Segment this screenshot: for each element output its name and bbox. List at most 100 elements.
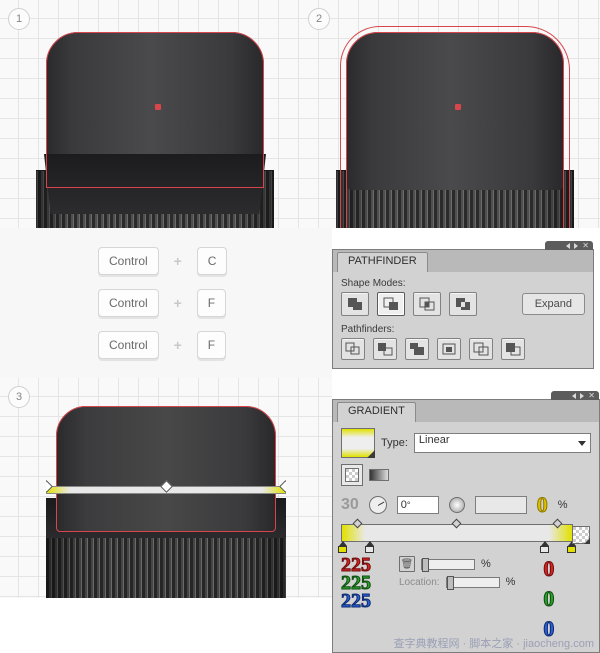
angle-dial-icon[interactable]	[369, 496, 387, 514]
shapemode-minus-front-button[interactable]	[377, 292, 405, 316]
collapse-right-icon[interactable]	[574, 243, 578, 249]
pathfinder-outline-button[interactable]	[469, 338, 493, 360]
reverse-gradient-button[interactable]	[369, 469, 389, 481]
selection-outline-inner	[346, 32, 564, 228]
key-letter: F	[197, 289, 226, 317]
delete-stop-button[interactable]: 🗑	[399, 556, 415, 572]
rgb-0-column: 0 0 0	[543, 556, 554, 642]
shortcut-row: Control + F	[98, 331, 332, 359]
percent-label: %	[558, 499, 568, 511]
anchor-center-icon	[155, 104, 161, 110]
unite-icon	[346, 296, 364, 312]
gradient-panel: ✕ GRADIENT Type: Linear 30	[332, 399, 600, 653]
stop-color-swatch[interactable]	[572, 526, 590, 544]
collapse-left-icon[interactable]	[566, 243, 570, 249]
rgb-225-column: 225 225 225	[341, 556, 371, 610]
key-control: Control	[98, 289, 159, 317]
intersect-icon	[418, 296, 436, 312]
crop-icon	[440, 341, 458, 357]
panel-tabbar: PATHFINDER	[333, 250, 593, 272]
lens-illustration-2	[336, 4, 574, 228]
location-slider[interactable]	[446, 577, 500, 588]
shortcut-row: Control + F	[98, 289, 332, 317]
pathfinders-label: Pathfinders:	[341, 324, 585, 335]
plus-icon: +	[169, 294, 187, 312]
collapse-right-icon[interactable]	[580, 393, 584, 399]
plus-icon: +	[169, 252, 187, 270]
b-value: 225	[341, 592, 371, 610]
panel-flyout-bar[interactable]: ✕	[545, 241, 593, 250]
minus-front-icon	[382, 296, 400, 312]
key-letter: C	[197, 247, 228, 275]
key-letter: F	[197, 331, 226, 359]
step-number: 2	[316, 13, 322, 25]
panel-tabbar: GRADIENT	[333, 400, 599, 422]
aspect-ratio-input[interactable]	[475, 496, 527, 514]
step-1-canvas: 1	[0, 0, 300, 228]
tab-gradient[interactable]: GRADIENT	[337, 402, 416, 422]
pathfinder-minus-back-button[interactable]	[501, 338, 525, 360]
opacity-location-column: 🗑 % Location: %	[399, 556, 515, 588]
pathfinder-merge-button[interactable]	[405, 338, 429, 360]
location-label: Location:	[399, 577, 440, 588]
gradient-stop[interactable]	[540, 541, 549, 552]
gradient-ramp[interactable]	[341, 524, 573, 542]
midpoint-diamond-icon[interactable]	[552, 519, 562, 529]
expand-button[interactable]: Expand	[522, 293, 585, 315]
selection-outline	[46, 32, 264, 188]
exclude-icon	[454, 296, 472, 312]
step-badge-2: 2	[308, 8, 330, 30]
pathfinder-divide-button[interactable]	[341, 338, 365, 360]
shapemode-intersect-button[interactable]	[413, 292, 441, 316]
tab-pathfinder[interactable]: PATHFINDER	[337, 252, 428, 272]
shortcut-row: Control + C	[98, 247, 332, 275]
shapemode-exclude-button[interactable]	[449, 292, 477, 316]
type-label: Type:	[381, 437, 408, 449]
minus-back-icon	[504, 341, 522, 357]
lens-illustration-3	[46, 392, 286, 598]
stroke-gradient-swatch[interactable]	[341, 464, 363, 486]
pathfinder-trim-button[interactable]	[373, 338, 397, 360]
outline-icon	[472, 341, 490, 357]
key-control: Control	[98, 331, 159, 359]
pathfinder-crop-button[interactable]	[437, 338, 461, 360]
opacity-slider[interactable]	[421, 559, 475, 570]
angle-display: 30	[341, 496, 359, 514]
shapemode-unite-button[interactable]	[341, 292, 369, 316]
gradient-type-value: Linear	[419, 434, 450, 446]
close-icon[interactable]: ✕	[582, 242, 589, 250]
aspect-ratio-icon[interactable]	[449, 497, 465, 513]
midpoint-diamond-icon[interactable]	[452, 519, 462, 529]
divide-icon	[344, 341, 362, 357]
step-number: 3	[16, 391, 22, 403]
step-2-canvas: 2	[300, 0, 600, 228]
gradient-fill-swatch[interactable]	[341, 428, 375, 458]
gradient-type-dropdown[interactable]: Linear	[414, 433, 591, 453]
step-badge-1: 1	[8, 8, 30, 30]
swatch-menu-icon[interactable]	[367, 450, 375, 458]
merge-icon	[408, 341, 426, 357]
close-icon[interactable]: ✕	[588, 392, 595, 400]
step-3-canvas: 3	[0, 378, 332, 598]
gradient-stop[interactable]	[338, 541, 347, 552]
opacity-highlight: 0	[537, 492, 548, 518]
keyboard-shortcuts-panel: Control + C Control + F Control + F	[0, 228, 332, 378]
percent-label: %	[481, 558, 491, 570]
lens-illustration-1	[36, 4, 274, 228]
watermark-text: 查字典教程网 · 脚本之家 · jiaocheng.com	[394, 635, 594, 651]
panel-flyout-bar[interactable]: ✕	[551, 391, 599, 400]
g-zero: 0	[543, 586, 554, 612]
midpoint-diamond-icon[interactable]	[352, 519, 362, 529]
collapse-left-icon[interactable]	[572, 393, 576, 399]
key-control: Control	[98, 247, 159, 275]
percent-label: %	[506, 576, 516, 588]
gradient-stop[interactable]	[365, 541, 374, 552]
angle-input[interactable]: 0°	[397, 496, 439, 514]
anchor-center-icon	[455, 104, 461, 110]
pathfinder-panel: ✕ PATHFINDER Shape Modes: Expand Pathfin…	[332, 249, 594, 369]
trim-icon	[376, 341, 394, 357]
step-badge-3: 3	[8, 386, 30, 408]
step-number: 1	[16, 13, 22, 25]
selection-outline	[56, 406, 276, 532]
shape-modes-label: Shape Modes:	[341, 278, 585, 289]
